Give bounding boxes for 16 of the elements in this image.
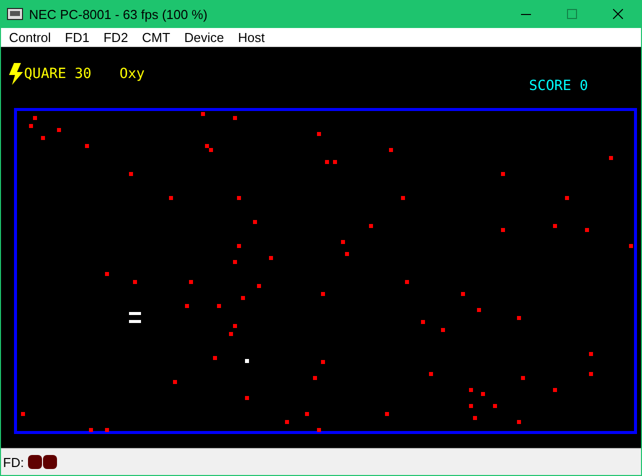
window-title: NEC PC-8001 - 63 fps (100 %) [29, 6, 208, 22]
menu-item[interactable]: FD2 [97, 28, 134, 46]
close-icon [613, 9, 623, 19]
score-text: SCORE 0 [529, 78, 588, 94]
menu-item[interactable]: FD1 [58, 28, 96, 46]
game-label: Oxy [119, 66, 145, 82]
status-label: FD: [3, 454, 24, 470]
menu-item[interactable]: CMT [136, 28, 176, 46]
menu-item[interactable]: Device [178, 28, 230, 46]
game-title: QUARE 30 [24, 66, 92, 82]
menu-item[interactable]: Host [232, 28, 271, 46]
computer-icon [7, 8, 23, 20]
paddle-drawing [129, 312, 141, 323]
menu-item[interactable]: Control [3, 28, 57, 46]
lightning-bolt-icon [9, 63, 24, 85]
maximize-icon [567, 9, 577, 19]
